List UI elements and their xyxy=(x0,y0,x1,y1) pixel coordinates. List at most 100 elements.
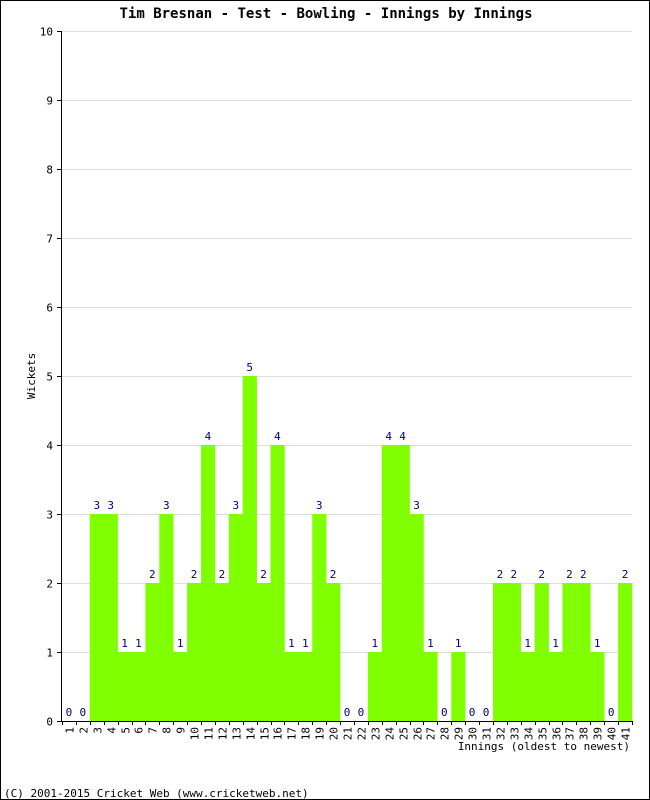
data-label: 1 xyxy=(135,637,142,650)
x-tick-label: 2 xyxy=(78,727,91,734)
x-tick-label: 28 xyxy=(439,727,452,740)
x-tick-label: 17 xyxy=(286,727,299,740)
x-tick-label: 38 xyxy=(578,727,591,740)
data-label: 0 xyxy=(483,706,490,719)
x-tick-label: 33 xyxy=(509,727,522,740)
data-label: 0 xyxy=(358,706,365,719)
data-label: 2 xyxy=(622,568,629,581)
bar xyxy=(159,514,174,721)
x-tick-label: 29 xyxy=(453,727,466,740)
data-label: 3 xyxy=(413,499,420,512)
y-tick-label: 4 xyxy=(46,440,53,453)
data-label: 4 xyxy=(399,430,406,443)
data-label: 2 xyxy=(330,568,337,581)
bar xyxy=(270,445,285,721)
data-label: 1 xyxy=(121,637,128,650)
x-tick-label: 25 xyxy=(398,727,411,740)
x-tick-label: 16 xyxy=(272,727,285,740)
data-label: 3 xyxy=(163,499,170,512)
y-tick-label: 7 xyxy=(46,233,53,246)
bar xyxy=(409,514,424,721)
data-label: 2 xyxy=(191,568,198,581)
x-tick-label: 11 xyxy=(203,727,216,740)
data-label: 3 xyxy=(232,499,239,512)
bar xyxy=(562,583,577,721)
data-label: 1 xyxy=(371,637,378,650)
x-tick-label: 32 xyxy=(495,727,508,740)
x-tick-label: 15 xyxy=(259,727,272,740)
bar xyxy=(423,652,438,721)
x-tick-label: 14 xyxy=(245,727,258,741)
y-tick-label: 1 xyxy=(46,647,53,660)
data-label: 3 xyxy=(107,499,114,512)
grid-lines xyxy=(62,31,632,653)
data-label: 4 xyxy=(274,430,281,443)
bar xyxy=(117,652,132,721)
y-tick-label: 9 xyxy=(46,95,53,108)
bar xyxy=(381,445,396,721)
bar xyxy=(145,583,160,721)
x-tick-label: 7 xyxy=(147,727,160,734)
x-tick-label: 9 xyxy=(175,727,188,734)
x-tick-label: 30 xyxy=(467,727,480,740)
bowling-chart: Tim Bresnan - Test - Bowling - Innings b… xyxy=(4,6,633,800)
data-label: 3 xyxy=(93,499,100,512)
x-tick-label: 19 xyxy=(314,727,327,740)
bars xyxy=(89,376,633,721)
bar xyxy=(89,514,105,721)
x-tick-label: 37 xyxy=(564,727,577,740)
bar xyxy=(326,583,341,721)
data-label: 1 xyxy=(302,637,309,650)
bar xyxy=(242,376,257,721)
bar xyxy=(103,514,118,721)
x-tick-label: 34 xyxy=(523,727,536,741)
y-tick-labels: 0 1 2 3 4 5 6 7 8 9 10 xyxy=(40,26,54,729)
data-label: 1 xyxy=(552,637,559,650)
data-label: 1 xyxy=(427,637,434,650)
data-label: 2 xyxy=(497,568,504,581)
data-label: 4 xyxy=(205,430,212,443)
bar xyxy=(548,652,563,721)
x-tick-label: 31 xyxy=(481,727,494,740)
data-label: 2 xyxy=(219,568,226,581)
bar xyxy=(312,514,327,721)
data-label: 2 xyxy=(566,568,573,581)
data-label: 5 xyxy=(246,361,253,374)
y-tick-label: 10 xyxy=(40,26,53,39)
data-label: 1 xyxy=(455,637,462,650)
x-tick-label: 5 xyxy=(120,727,133,734)
bar xyxy=(534,583,549,721)
x-tick-label: 1 xyxy=(64,727,77,734)
x-tick-label: 10 xyxy=(189,727,202,740)
copyright-footer: (C) 2001-2015 Cricket Web (www.cricketwe… xyxy=(4,787,309,800)
bar xyxy=(451,652,466,721)
data-label: 0 xyxy=(608,706,615,719)
x-tick-label: 22 xyxy=(356,727,369,740)
y-tick-label: 8 xyxy=(46,164,53,177)
data-label: 0 xyxy=(66,706,73,719)
x-tick-label: 27 xyxy=(425,727,438,740)
bar xyxy=(492,583,508,721)
x-tick-label: 40 xyxy=(606,727,619,740)
bar xyxy=(187,583,202,721)
bar xyxy=(201,445,216,721)
data-label: 0 xyxy=(80,706,87,719)
data-label: 2 xyxy=(538,568,545,581)
data-label: 2 xyxy=(260,568,267,581)
bar xyxy=(576,583,591,721)
data-label: 3 xyxy=(316,499,323,512)
data-label: 2 xyxy=(511,568,518,581)
x-tick-label: 35 xyxy=(537,727,550,740)
bar xyxy=(618,583,633,721)
bar xyxy=(228,514,244,721)
x-tick-label: 18 xyxy=(300,727,313,740)
x-axis-label: Innings (oldest to newest) xyxy=(458,740,630,753)
y-tick-label: 0 xyxy=(46,716,53,729)
data-label: 1 xyxy=(177,637,184,650)
bar xyxy=(256,583,271,721)
x-tick-label: 21 xyxy=(342,727,355,740)
y-axis-label: Wickets xyxy=(25,353,38,399)
bar xyxy=(506,583,522,721)
y-tick-label: 2 xyxy=(46,578,53,591)
chart-frame: Tim Bresnan - Test - Bowling - Innings b… xyxy=(0,0,650,800)
